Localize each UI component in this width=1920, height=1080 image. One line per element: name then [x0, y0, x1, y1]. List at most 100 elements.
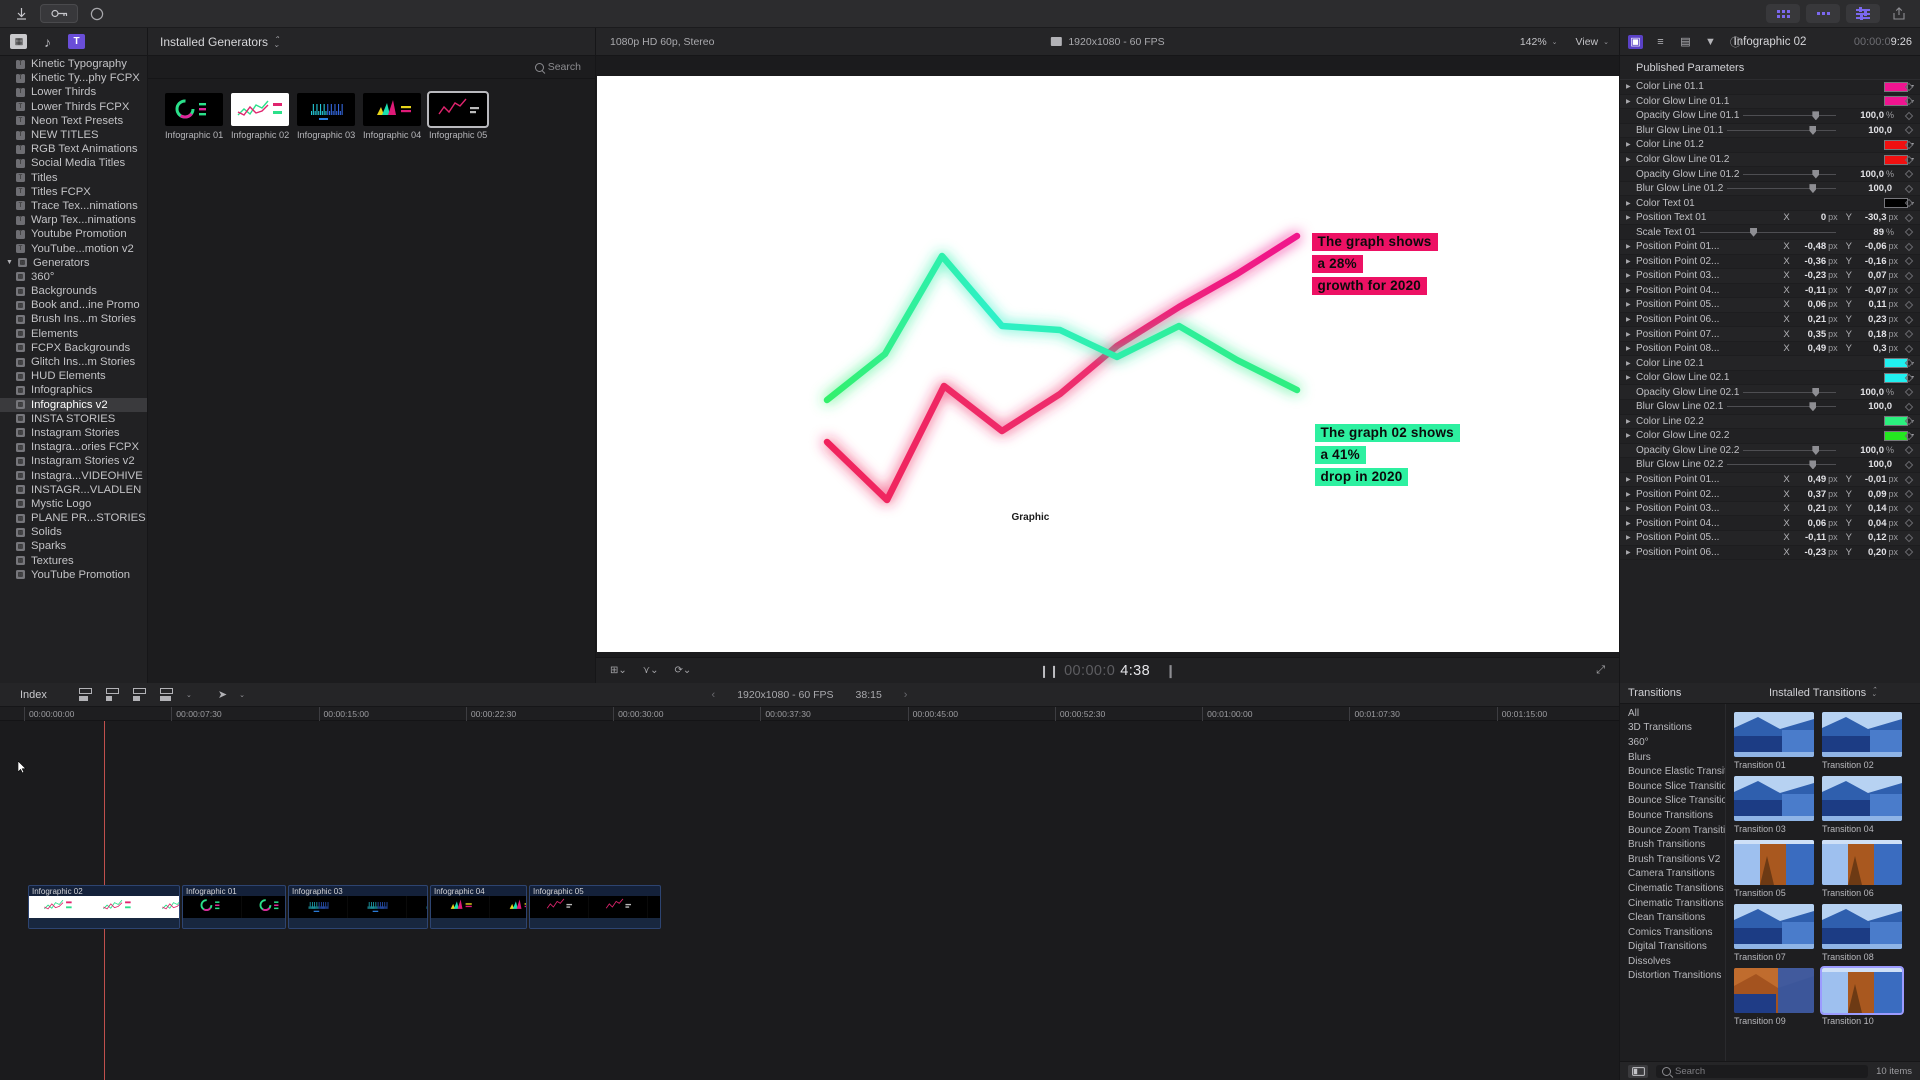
parameter-row[interactable]: ▶ Position Point 03... X 0,21 px Y 0,14 px [1620, 501, 1920, 517]
generator-thumbnail-grid[interactable]: Infographic 01 Infographic 02 Infographi… [148, 79, 595, 140]
sidebar-item-textures[interactable]: ▩ Textures [0, 554, 147, 568]
sidebar-item-sparks[interactable]: ▩ Sparks [0, 539, 147, 553]
keyframe-button[interactable] [1904, 489, 1914, 499]
transitions-filter-menu[interactable]: Installed Transitions ⌃ ⌄ [1726, 687, 1920, 699]
parameter-row[interactable]: Scale Text 01 89% [1620, 225, 1920, 241]
sidebar-item-trace-tex-nimations[interactable]: T Trace Tex...nimations [0, 199, 147, 213]
toggle-sidebar-button[interactable] [1628, 1064, 1648, 1078]
transition-category-digital-transitions[interactable]: Digital Transitions [1620, 940, 1725, 955]
chevron-down-icon[interactable]: ⌄ [186, 691, 192, 699]
parameter-row[interactable]: ▶ Color Line 02.1 ▾ [1620, 356, 1920, 371]
insert-clip-icon[interactable] [105, 688, 120, 701]
transition-category-bounce-transitions[interactable]: Bounce Transitions [1620, 808, 1725, 823]
keyframe-button[interactable] [1904, 504, 1914, 513]
generator-category-list[interactable]: T Kinetic Typography T Kinetic Ty...phy FCP… [0, 56, 147, 683]
generator-inspector-tab[interactable]: ≡ [1653, 35, 1668, 49]
keyframe-button[interactable] [1904, 227, 1914, 237]
keyframe-button[interactable] [1904, 475, 1914, 484]
keyframe-button[interactable] [1904, 388, 1914, 397]
parameter-row[interactable]: ▶ Position Point 02... X -0,36 px Y -0,16 px [1620, 255, 1920, 270]
parameter-row[interactable]: Opacity Glow Line 01.1 100,0% [1620, 109, 1920, 124]
transition-category-camera-transitions[interactable]: Camera Transitions [1620, 867, 1725, 882]
show-inspector-button[interactable] [1846, 4, 1880, 23]
transition-item[interactable]: Transition 01 [1734, 712, 1814, 770]
keyframe-button[interactable] [1904, 344, 1914, 353]
timeline-clip[interactable]: Infographic 02 [28, 885, 180, 929]
sidebar-item-brush-ins-m-stories[interactable]: ▩ Brush Ins...m Stories [0, 312, 147, 326]
sidebar-item-infographics[interactable]: ▩ Infographics [0, 383, 147, 397]
sidebar-item-instagra-videohive[interactable]: ▩ Instagra...VIDEOHIVE [0, 468, 147, 482]
browser-search-field[interactable]: Search [534, 61, 581, 73]
keyframe-button[interactable] [1904, 169, 1914, 179]
parameter-row[interactable]: ▶ Color Glow Line 01.2 ▾ [1620, 152, 1920, 168]
sidebar-item-infographics-v2[interactable]: ▩ Infographics v2 [0, 397, 147, 412]
viewer-canvas[interactable]: The graph shows a 28% growth for 2020 The … [596, 76, 1619, 652]
parameter-slider[interactable] [1727, 402, 1836, 412]
keyframe-button[interactable] [1904, 213, 1914, 222]
keyframe-button[interactable] [1904, 533, 1914, 542]
sidebar-item-instagram-stories[interactable]: ▩ Instagram Stories [0, 426, 147, 440]
keyframe-button[interactable] [1904, 271, 1914, 281]
disclosure-triangle-icon[interactable]: ▶ [1626, 491, 1636, 498]
share-button[interactable] [1886, 4, 1912, 23]
parameter-row[interactable]: Opacity Glow Line 01.2 100,0% [1620, 167, 1920, 182]
overwrite-clip-icon[interactable] [159, 688, 174, 701]
sidebar-item-kinetic-ty-phy-fcpx[interactable]: T Kinetic Ty...phy FCPX [0, 71, 147, 85]
transition-item[interactable]: Transition 08 [1822, 904, 1902, 962]
connect-clip-icon[interactable] [132, 688, 147, 701]
transition-category-bounce-slice-transitions[interactable]: Bounce Slice Transitions [1620, 779, 1725, 794]
generator-thumbnail[interactable]: Infographic 03 [297, 93, 355, 140]
parameter-row[interactable]: ▶ Color Glow Line 02.2 ▾ [1620, 429, 1920, 444]
generator-thumbnail[interactable]: Infographic 05 [427, 91, 489, 140]
parameter-row[interactable]: ▶ Color Line 01.1 ▾ [1620, 80, 1920, 95]
sidebar-item-elements[interactable]: ▩ Elements [0, 327, 147, 341]
parameter-row[interactable]: Opacity Glow Line 02.1 100,0% [1620, 385, 1920, 401]
show-effects-button[interactable] [1806, 4, 1840, 23]
transition-item[interactable]: Transition 10 [1820, 966, 1904, 1026]
timeline-canvas[interactable]: Infographic 02 Infographic 01 Infographi… [0, 721, 1619, 1080]
sidebar-item-warp-tex-nimations[interactable]: T Warp Tex...nimations [0, 213, 147, 227]
generator-thumbnail[interactable]: Infographic 01 [165, 93, 223, 140]
disclosure-triangle-icon[interactable]: ▶ [1626, 214, 1636, 221]
show-browser-button[interactable] [1766, 4, 1800, 23]
transition-item[interactable]: Transition 09 [1734, 968, 1814, 1026]
parameter-row[interactable]: ▶ Position Point 01... X -0,48 px Y -0,06 px [1620, 240, 1920, 255]
timeline-clip[interactable]: Infographic 01 [182, 885, 286, 929]
disclosure-triangle-icon[interactable]: ▶ [1626, 316, 1636, 323]
sidebar-item-youtube-promotion[interactable]: T Youtube Promotion [0, 227, 147, 241]
select-tool-icon[interactable]: ➤ [218, 688, 227, 701]
sidebar-item-fcpx-backgrounds[interactable]: ▩ FCPX Backgrounds [0, 341, 147, 355]
clip-inspector-tab[interactable]: ▤ [1678, 35, 1693, 49]
keyframe-button[interactable] [1904, 315, 1914, 324]
disclosure-triangle-icon[interactable]: ▶ [1626, 549, 1636, 556]
disclosure-triangle-icon[interactable]: ▶ [1626, 534, 1636, 541]
disclosure-triangle-icon[interactable]: ▶ [1626, 505, 1636, 512]
transition-category-bounce-elastic-transitions[interactable]: Bounce Elastic Transitions [1620, 764, 1725, 779]
parameter-row[interactable]: ▶ Color Line 02.2 ▾ [1620, 414, 1920, 430]
transition-category-360[interactable]: 360° [1620, 735, 1725, 750]
viewer-angle-menu[interactable]: ⟳⌄ [674, 665, 691, 676]
parameter-row[interactable]: ▶ Position Text 01 X 0 px Y -30,3 px [1620, 210, 1920, 226]
sidebar-item-instagra-ories-fcpx[interactable]: ▩ Instagra...ories FCPX [0, 440, 147, 454]
viewer-zoom-menu[interactable]: 142% ⌄ [1520, 36, 1558, 48]
timeline-clip[interactable]: Infographic 05 [529, 885, 661, 929]
sidebar-item-backgrounds[interactable]: ▩ Backgrounds [0, 284, 147, 298]
disclosure-triangle-icon[interactable]: ▶ [1626, 83, 1636, 90]
keyframe-button[interactable] [1904, 242, 1914, 252]
keyframe-button[interactable] [1904, 446, 1914, 455]
transition-category-comics-transitions[interactable]: Comics Transitions [1620, 925, 1725, 940]
disclosure-triangle-icon[interactable]: ▼ [6, 259, 14, 266]
sidebar-item-youtube-motion-v2[interactable]: T YouTube...motion v2 [0, 241, 147, 255]
viewer-effects-menu[interactable]: ⋎⌄ [643, 665, 659, 676]
previous-project-icon[interactable]: ‹ [712, 689, 716, 701]
transition-item[interactable]: Transition 03 [1734, 776, 1814, 834]
timeline-clip[interactable]: Infographic 03 [288, 885, 428, 929]
transition-item[interactable]: Transition 07 [1734, 904, 1814, 962]
transitions-search-field[interactable]: Search [1656, 1064, 1869, 1078]
color-inspector-tab[interactable]: ▼ [1703, 35, 1718, 49]
parameter-list[interactable]: ▶ Color Line 01.1 ▾ ▶ Color Glow Line 01.1 ▾ O… [1620, 80, 1920, 683]
parameter-row[interactable]: Blur Glow Line 01.2 100,0 [1620, 181, 1920, 197]
sidebar-item-lower-thirds-fcpx[interactable]: T Lower Thirds FCPX [0, 100, 147, 114]
parameter-row[interactable]: ▶ Color Line 01.2 ▾ [1620, 138, 1920, 153]
disclosure-triangle-icon[interactable]: ▶ [1626, 141, 1636, 148]
